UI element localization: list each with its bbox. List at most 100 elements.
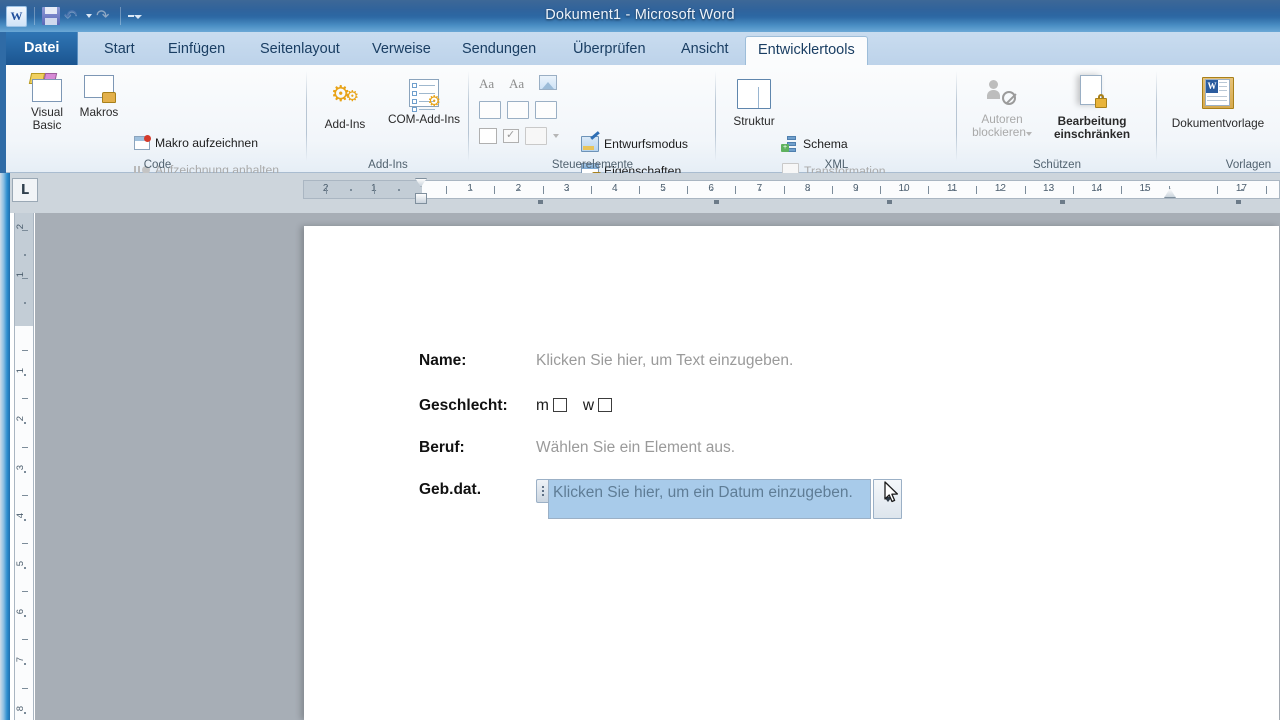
design-mode-button[interactable]: Entwurfsmodus bbox=[581, 136, 688, 152]
legacy-tools-control-icon[interactable] bbox=[525, 127, 547, 145]
tab-ansicht[interactable]: Ansicht bbox=[669, 36, 741, 65]
gender-checkbox-w[interactable] bbox=[598, 398, 612, 412]
gender-checkbox-m[interactable] bbox=[553, 398, 567, 412]
left-indent-marker[interactable] bbox=[415, 193, 427, 204]
document-page[interactable]: Name:Klicken Sie hier, um Text einzugebe… bbox=[304, 226, 1279, 720]
birthdate-content-control[interactable]: Klicken Sie hier, um ein Datum einzugebe… bbox=[536, 479, 902, 519]
ruler-tick bbox=[446, 186, 447, 194]
schema-button[interactable]: + Schema bbox=[782, 136, 848, 151]
tab-datei[interactable]: Datei bbox=[6, 32, 78, 65]
combo-box-control-icon[interactable] bbox=[507, 101, 529, 119]
qat-divider-2 bbox=[120, 7, 121, 25]
date-picker-control-icon[interactable] bbox=[479, 128, 497, 144]
word-logo-icon[interactable]: W bbox=[6, 6, 27, 27]
name-placeholder-text[interactable]: Klicken Sie hier, um Text einzugeben. bbox=[536, 352, 793, 369]
visual-basic-button[interactable]: Visual Basic bbox=[20, 73, 74, 132]
ribbon-group-templates: W Dokumentvorlage Dok Vorlagen bbox=[1157, 65, 1280, 173]
structure-label: Struktur bbox=[733, 114, 774, 128]
ruler-tab-stop[interactable] bbox=[1060, 200, 1065, 204]
vruler-tick-label: 8 bbox=[15, 706, 34, 711]
record-macro-icon bbox=[134, 136, 150, 150]
vruler-dot bbox=[24, 254, 26, 256]
tab-einfuegen[interactable]: Einfügen bbox=[156, 36, 237, 65]
ruler-dot bbox=[1049, 189, 1051, 191]
ruler-dot bbox=[663, 189, 665, 191]
document-panel-button[interactable]: Dok bbox=[1275, 77, 1280, 90]
add-ins-icon: ⚙⚙ bbox=[313, 79, 377, 115]
group-label-code: Code bbox=[8, 159, 307, 171]
record-macro-button[interactable]: Makro aufzeichnen bbox=[134, 136, 258, 150]
document-template-label: Dokumentvorlage bbox=[1172, 116, 1264, 130]
control-gallery-row-3 bbox=[479, 127, 559, 145]
ruler-dot bbox=[615, 189, 617, 191]
document-line-profession[interactable]: Beruf:Wählen Sie ein Element aus. bbox=[419, 439, 735, 457]
structure-button[interactable]: Struktur bbox=[724, 79, 784, 128]
vruler-tick bbox=[22, 591, 28, 592]
ruler-tick bbox=[784, 186, 785, 194]
block-authors-button: Autoren blockieren bbox=[963, 79, 1041, 139]
profession-placeholder-text[interactable]: Wählen Sie ein Element aus. bbox=[536, 439, 735, 456]
window-title: Dokument1 - Microsoft Word bbox=[0, 0, 1280, 32]
ruler-tab-stop[interactable] bbox=[538, 200, 543, 204]
add-ins-button[interactable]: ⚙⚙ Add-Ins bbox=[313, 79, 377, 131]
check-box-control-icon[interactable] bbox=[503, 129, 519, 143]
vruler-tick bbox=[22, 495, 28, 496]
tab-ueberpruefen[interactable]: Überprüfen bbox=[561, 36, 658, 65]
redo-icon[interactable]: ↷ bbox=[96, 8, 113, 25]
ruler-dot bbox=[518, 189, 520, 191]
vruler-dot bbox=[24, 663, 26, 665]
mouse-cursor bbox=[884, 481, 899, 503]
block-authors-caret-icon bbox=[1026, 132, 1032, 136]
ribbon-group-code: Visual Basic Makros Makro aufzeichnen Au… bbox=[8, 65, 307, 173]
control-gallery-row-1: Aa Aa bbox=[479, 75, 557, 93]
tab-start[interactable]: Start bbox=[92, 36, 147, 65]
ruler-tick bbox=[543, 186, 544, 194]
ruler-dot bbox=[470, 189, 472, 191]
document-line-name[interactable]: Name:Klicken Sie hier, um Text einzugebe… bbox=[419, 352, 793, 370]
vruler-tick bbox=[22, 230, 28, 231]
ruler-tab-stop[interactable] bbox=[1236, 200, 1241, 204]
customize-qat-icon[interactable] bbox=[128, 8, 142, 24]
building-block-control-icon[interactable] bbox=[479, 101, 501, 119]
horizontal-ruler[interactable]: 2112345678910111213141517 bbox=[303, 180, 1280, 199]
label-geschlecht: Geschlecht: bbox=[419, 397, 536, 415]
vruler-tick bbox=[22, 447, 28, 448]
block-authors-label-1: Autoren bbox=[981, 112, 1022, 126]
ruler-tab-stop[interactable] bbox=[887, 200, 892, 204]
vruler-tick-label: 2 bbox=[15, 224, 34, 229]
document-line-gender[interactable]: Geschlecht:mw bbox=[419, 397, 616, 415]
ruler-dot bbox=[350, 189, 352, 191]
vruler-dot bbox=[24, 519, 26, 521]
drop-down-list-control-icon[interactable] bbox=[535, 101, 557, 119]
document-line-birthdate[interactable]: Geb.dat. bbox=[419, 481, 536, 499]
macros-button[interactable]: Makros bbox=[72, 73, 126, 119]
block-authors-icon bbox=[987, 79, 1017, 105]
com-add-ins-button[interactable]: ⚙ COM-Add-Ins bbox=[379, 79, 469, 126]
restrict-editing-button[interactable]: Bearbeitung einschränken bbox=[1043, 75, 1141, 141]
tab-verweise[interactable]: Verweise bbox=[360, 36, 443, 65]
undo-dropdown-caret-icon[interactable] bbox=[86, 14, 92, 18]
tab-seitenlayout[interactable]: Seitenlayout bbox=[248, 36, 352, 65]
document-template-button[interactable]: W Dokumentvorlage bbox=[1163, 77, 1273, 130]
legacy-tools-caret-icon[interactable] bbox=[553, 134, 559, 138]
birthdate-input[interactable]: Klicken Sie hier, um ein Datum einzugebe… bbox=[548, 479, 871, 519]
plain-text-control-icon[interactable]: Aa bbox=[509, 75, 533, 93]
rich-text-control-icon[interactable]: Aa bbox=[479, 75, 503, 93]
structure-icon bbox=[737, 79, 771, 109]
tab-stop-selector[interactable]: L bbox=[12, 178, 38, 202]
word-window: Dokument1 - Microsoft Word W ↶ ↷ Datei S… bbox=[0, 0, 1280, 720]
ruler-tick bbox=[374, 186, 375, 194]
content-control-handle-icon[interactable] bbox=[536, 479, 548, 503]
vruler-dot bbox=[24, 712, 26, 714]
tab-entwicklertools[interactable]: Entwicklertools bbox=[745, 36, 868, 66]
save-icon[interactable] bbox=[42, 7, 60, 25]
visual-basic-icon bbox=[30, 73, 64, 103]
undo-icon[interactable]: ↶ bbox=[64, 8, 81, 25]
ruler-tick bbox=[928, 186, 929, 194]
ruler-dot bbox=[952, 189, 954, 191]
tab-sendungen[interactable]: Sendungen bbox=[450, 36, 548, 65]
picture-control-icon[interactable] bbox=[539, 75, 557, 90]
vruler-tick-label: 2 bbox=[15, 416, 34, 421]
ruler-tab-stop[interactable] bbox=[714, 200, 719, 204]
vertical-ruler[interactable]: 2112345678 bbox=[14, 213, 34, 720]
